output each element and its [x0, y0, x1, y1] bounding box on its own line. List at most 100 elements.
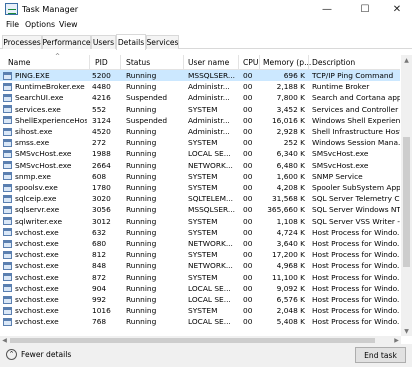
cell-description: SNMP Service [312, 171, 363, 181]
cell-description: Host Process for Windo... [312, 272, 400, 282]
tab-details[interactable]: Details [116, 34, 146, 50]
cell-user-name: SYSTEM [188, 272, 218, 282]
cell-cpu: 00 [243, 317, 253, 327]
table-row[interactable]: sihost.exe 4520 Running Administr... 00 2,928… [0, 126, 400, 137]
tab-performance[interactable]: Performance [42, 35, 91, 49]
table-row[interactable]: snmp.exe 608 Running SYSTEM 00 1,600 K SNMP Se… [0, 171, 400, 182]
cell-description: Host Process for Windo... [312, 239, 400, 248]
tab-users[interactable]: Users [91, 35, 116, 49]
table-row[interactable]: sqlceip.exe 3020 Running SQLTELEM... 00 31,56… [0, 193, 400, 204]
tab-processes[interactable]: Processes [2, 35, 42, 49]
column-memory[interactable]: Memory (p... [263, 58, 311, 67]
cell-user-name: SYSTEM [188, 171, 218, 181]
chevron-up-icon: ⌃ [6, 349, 17, 360]
cell-cpu: 00 [243, 171, 253, 181]
scroll-right-icon[interactable]: ▶ [392, 336, 401, 344]
cell-pid: 4216 [92, 93, 111, 103]
table-row[interactable]: svchost.exe 1016 Running SYSTEM 00 2,048 K Hos… [0, 305, 400, 316]
cell-status: Suspended [126, 115, 168, 125]
close-button[interactable]: ✕ [382, 0, 412, 18]
table-row[interactable]: svchost.exe 680 Running NETWORK... 00 3,640 K… [0, 238, 400, 249]
column-pid[interactable]: PID [95, 58, 108, 67]
table-row[interactable]: services.exe 552 Running SYSTEM 00 3,452 K Ser… [0, 104, 400, 115]
column-divider [89, 55, 90, 70]
cell-status: Running [126, 194, 157, 204]
vertical-scrollbar[interactable]: ▲ ▼ [401, 55, 412, 336]
cell-pid: 3124 [92, 115, 111, 125]
cell-name: svchost.exe [15, 261, 59, 271]
table-row[interactable]: svchost.exe 992 Running LOCAL SE... 00 6,576 … [0, 294, 400, 305]
horizontal-scrollbar[interactable]: ◀ ▶ [0, 336, 401, 344]
cell-cpu: 00 [243, 115, 253, 125]
cell-memory: 252 K [283, 138, 305, 148]
table-row[interactable]: SMSvcHost.exe 2664 Running NETWORK... 00 6,48… [0, 160, 400, 171]
cell-pid: 632 [92, 227, 107, 237]
cell-name: sqlservr.exe [15, 205, 60, 215]
table-row[interactable]: PING.EXE 5200 Running MSSQLSER... 00 696 K TCP… [0, 70, 400, 82]
cell-pid: 1780 [92, 183, 111, 192]
cell-status: Running [126, 283, 157, 293]
minimize-button[interactable]: — [312, 0, 342, 18]
column-cpu[interactable]: CPU [243, 58, 258, 67]
table-row[interactable]: svchost.exe 848 Running NETWORK... 00 4,968 K… [0, 260, 400, 271]
cell-memory: 2,188 K [276, 82, 305, 92]
table-row[interactable]: SearchUI.exe 4216 Suspended Administr... 00 7… [0, 92, 400, 103]
tab-services[interactable]: Services [146, 35, 179, 49]
scroll-up-icon[interactable]: ▲ [401, 55, 412, 65]
cell-name: svchost.exe [15, 272, 59, 282]
end-task-button[interactable]: End task [355, 347, 406, 363]
cell-cpu: 00 [243, 261, 253, 271]
scroll-down-icon[interactable]: ▼ [401, 326, 412, 336]
vertical-scroll-thumb[interactable] [403, 137, 410, 267]
cell-name: sqlwriter.exe [15, 216, 62, 226]
cell-cpu: 00 [243, 149, 253, 159]
cell-user-name: LOCAL SE... [188, 317, 231, 327]
menu-file[interactable]: File [6, 20, 19, 29]
cell-memory: 1,600 K [276, 171, 305, 181]
maximize-button[interactable]: ☐ [350, 0, 380, 18]
table-row[interactable]: sqlservr.exe 3056 Running MSSQLSER... 00 365,… [0, 204, 400, 215]
column-user-name[interactable]: User name [188, 58, 229, 67]
fewer-details-button[interactable]: ⌃ Fewer details [6, 349, 71, 360]
process-icon [3, 228, 12, 237]
cell-cpu: 00 [243, 194, 253, 204]
menu-options[interactable]: Options [25, 20, 55, 29]
cell-cpu: 00 [243, 239, 253, 248]
table-row[interactable]: spoolsv.exe 1780 Running SYSTEM 00 4,208 K Spo… [0, 182, 400, 193]
cell-user-name: SYSTEM [188, 227, 218, 237]
process-icon [3, 250, 12, 259]
table-row[interactable]: sqlwriter.exe 3012 Running SYSTEM 00 1,108 K S… [0, 216, 400, 227]
table-row[interactable]: smss.exe 272 Running SYSTEM 00 252 K Windows S… [0, 137, 400, 148]
table-row[interactable]: svchost.exe 872 Running SYSTEM 00 11,100 K Hos… [0, 272, 400, 283]
table-row[interactable]: svchost.exe 812 Running SYSTEM 00 17,200 K Hos… [0, 249, 400, 260]
cell-pid: 552 [92, 104, 107, 114]
column-status[interactable]: Status [126, 58, 150, 67]
cell-memory: 7,800 K [276, 93, 305, 103]
horizontal-scroll-thumb[interactable] [10, 338, 375, 343]
cell-description: Windows Session Mana... [312, 138, 400, 148]
menu-view[interactable]: View [59, 20, 78, 29]
table-row[interactable]: SMSvcHost.exe 1988 Running LOCAL SE... 00 6,3… [0, 148, 400, 159]
cell-user-name: LOCAL SE... [188, 149, 231, 159]
cell-status: Running [126, 261, 157, 271]
cell-description: Services and Controller ... [312, 104, 400, 114]
cell-memory: 696 K [283, 71, 305, 80]
table-row[interactable]: RuntimeBroker.exe 4480 Running Administr...… [0, 81, 400, 92]
scroll-left-icon[interactable]: ◀ [0, 336, 9, 344]
table-row[interactable]: svchost.exe 904 Running LOCAL SE... 00 9,092 … [0, 283, 400, 294]
cell-name: SMSvcHost.exe [15, 149, 72, 159]
cell-name: svchost.exe [15, 227, 59, 237]
cell-pid: 3020 [92, 194, 111, 204]
process-icon [3, 183, 12, 192]
column-name[interactable]: Name [8, 58, 30, 67]
table-row[interactable]: svchost.exe 768 Running LOCAL SE... 00 5,408 … [0, 316, 400, 327]
cell-memory: 1,108 K [276, 216, 305, 226]
table-row[interactable]: ShellExperienceHost... 3124 Suspended Admin… [0, 115, 400, 126]
cell-pid: 608 [92, 171, 107, 181]
cell-user-name: SYSTEM [188, 138, 218, 148]
cell-name: SMSvcHost.exe [15, 160, 72, 170]
process-icon [3, 194, 12, 203]
cell-description: Host Process for Windo... [312, 250, 400, 260]
column-description[interactable]: Description [312, 58, 355, 67]
table-row[interactable]: svchost.exe 632 Running SYSTEM 00 4,724 K Host… [0, 227, 400, 238]
